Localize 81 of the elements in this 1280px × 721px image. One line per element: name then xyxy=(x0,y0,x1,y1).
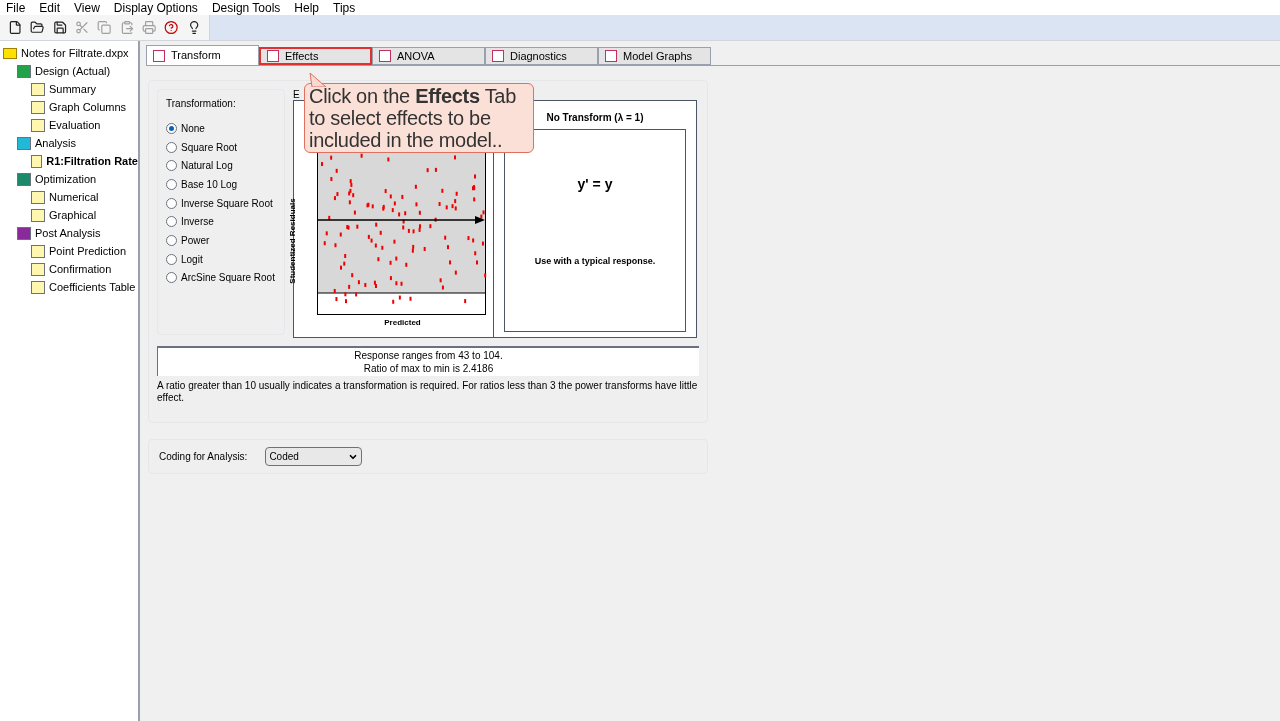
tree-item[interactable]: Post Analysis xyxy=(35,224,101,242)
tree-item[interactable]: Numerical xyxy=(49,188,99,206)
radio-button[interactable] xyxy=(166,234,177,246)
y-axis-label: Studentized Residuals xyxy=(286,198,298,284)
tree-item[interactable]: Design (Actual) xyxy=(35,62,111,80)
tree-node-icon xyxy=(31,100,45,114)
callout-text: Click on the Effects Tab to select effects to be included in the model.. xyxy=(304,83,534,153)
menu-item[interactable]: File xyxy=(6,0,26,17)
tab[interactable]: Diagnostics xyxy=(485,47,598,65)
formula: y' = y xyxy=(577,175,613,194)
radio-label: Inverse xyxy=(181,215,214,230)
tree-item[interactable]: Graph Columns xyxy=(49,98,127,116)
tree-node-icon xyxy=(17,136,31,150)
tree-item[interactable]: Point Prediction xyxy=(49,242,127,260)
tree-node-icon xyxy=(31,190,45,204)
menu-item[interactable]: View xyxy=(74,0,100,17)
tab-icon xyxy=(492,50,504,62)
tree-root[interactable]: Notes for Filtrate.dxpx xyxy=(21,44,129,62)
tree-item[interactable]: Graphical xyxy=(49,206,97,224)
menu-item[interactable]: Tips xyxy=(333,0,356,17)
help-icon[interactable] xyxy=(164,20,179,35)
save-icon[interactable] xyxy=(52,20,67,35)
summary-line: Ratio of max to min is 2.4186 xyxy=(363,362,494,375)
tree-node-icon xyxy=(17,226,31,240)
tab-icon xyxy=(605,50,617,62)
tree-item[interactable]: Summary xyxy=(49,80,97,98)
tree-item[interactable]: Optimization xyxy=(35,170,97,188)
callout-pointer-icon xyxy=(308,73,328,87)
radio-label: Base 10 Log xyxy=(181,177,238,192)
folder-icon xyxy=(3,47,17,59)
coding-label: Coding for Analysis: xyxy=(159,450,248,464)
radio-label: Square Root xyxy=(181,140,238,155)
radio-label: None xyxy=(181,121,205,136)
tab[interactable]: Model Graphs xyxy=(598,47,711,65)
tree-item[interactable]: Coefficients Table xyxy=(49,278,136,296)
tree-node-icon xyxy=(17,64,31,78)
tree-item[interactable]: Analysis xyxy=(35,134,76,152)
tree-item[interactable]: R1:Filtration Rate xyxy=(46,152,138,170)
radio-label: ArcSine Square Root xyxy=(181,271,275,286)
radio-label: Inverse Square Root xyxy=(181,196,273,211)
new-file-icon[interactable] xyxy=(8,20,23,35)
radio-button[interactable] xyxy=(166,178,177,190)
radio-button[interactable] xyxy=(166,272,177,284)
tree-node-icon xyxy=(31,82,45,96)
group-label: E xyxy=(293,89,300,100)
tree-node-icon xyxy=(31,244,45,258)
radio-button[interactable] xyxy=(166,253,177,265)
tab[interactable]: Transform xyxy=(146,45,259,65)
radio-button[interactable] xyxy=(166,197,177,209)
open-folder-icon[interactable] xyxy=(30,20,45,35)
tab[interactable]: Effects xyxy=(259,47,372,65)
radio-button[interactable] xyxy=(166,160,177,172)
tree-node-icon xyxy=(17,172,31,186)
radio-label: Natural Log xyxy=(181,159,233,174)
tree-item[interactable]: Evaluation xyxy=(49,116,101,134)
tab[interactable]: ANOVA xyxy=(372,47,485,65)
tab-icon xyxy=(153,49,165,62)
menu-item[interactable]: Help xyxy=(294,0,320,17)
group-title: Transformation: xyxy=(166,97,237,111)
radio-button[interactable] xyxy=(166,216,177,228)
radio-label: Power xyxy=(181,233,210,248)
tree-node-icon xyxy=(31,118,45,132)
tab-icon xyxy=(379,50,391,62)
radio-label: Logit xyxy=(181,252,203,267)
menu-item[interactable]: Display Options xyxy=(113,0,198,17)
menu-item[interactable]: Edit xyxy=(39,0,61,17)
tree-node-icon xyxy=(31,154,43,168)
radio-button[interactable] xyxy=(166,122,177,134)
menu-item[interactable]: Design Tools xyxy=(211,0,281,17)
tree-node-icon xyxy=(31,208,45,222)
transform-title: No Transform (λ = 1) xyxy=(546,111,644,125)
tree-node-icon xyxy=(31,280,45,294)
radio-button[interactable] xyxy=(166,141,177,153)
tree-node-icon xyxy=(31,262,45,276)
advice-text: A ratio greater than 10 usually indicates a transformation is required. For ratios less than 3 the power transforms have little effect. xyxy=(157,380,699,404)
tree-item[interactable]: Confirmation xyxy=(49,260,112,278)
coding-dropdown[interactable]: Coded xyxy=(265,447,363,466)
tab-icon xyxy=(267,50,279,62)
summary-line: Response ranges from 43 to 104. xyxy=(354,349,503,362)
transform-note: Use with a typical response. xyxy=(534,255,656,268)
x-axis-label: Predicted xyxy=(384,317,421,329)
